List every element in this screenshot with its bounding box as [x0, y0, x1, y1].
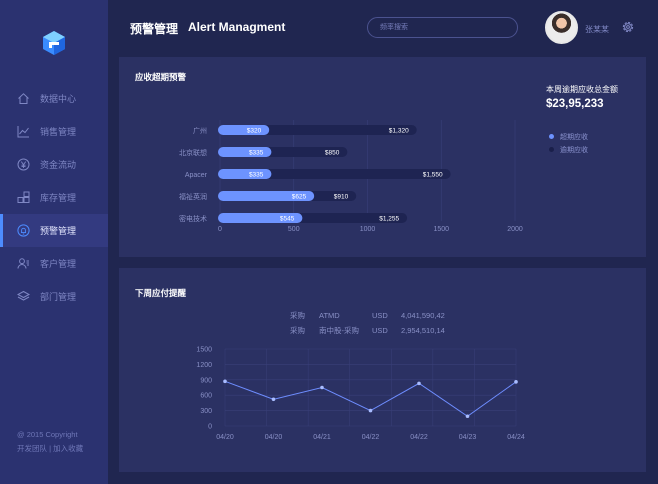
x-tick-label: 0 [218, 226, 222, 233]
page-title-en: Alert Managment [188, 20, 286, 34]
sidebar-footer: @ 2015 Copyright 开发团队 | 加入收藏 [17, 428, 83, 456]
sidebar: 数据中心销售管理资金流动库存管理预警管理客户管理部门管理 @ 2015 Copy… [0, 0, 108, 484]
category-label: 福祉英润 [179, 192, 207, 201]
bar-late-value: $1,550 [423, 172, 443, 179]
bar-late-value: $850 [325, 150, 340, 157]
layers-icon [16, 290, 30, 304]
data-point [223, 379, 227, 384]
data-point [417, 381, 421, 386]
y-tick-label: 0 [208, 424, 212, 431]
data-point [514, 380, 518, 384]
x-tick-label: 04/21 [313, 434, 331, 441]
x-tick-label: 04/22 [410, 434, 428, 441]
legend-item-late: 逾期应收 [549, 143, 588, 156]
category-label: Apacer [185, 172, 208, 179]
sidebar-item-2[interactable]: 销售管理 [0, 115, 108, 148]
data-point [465, 414, 470, 419]
gear-icon[interactable] [621, 20, 635, 34]
sidebar-item-3[interactable]: 资金流动 [0, 148, 108, 181]
sidebar-item-6[interactable]: 客户管理 [0, 247, 108, 280]
sidebar-item-label: 库存管理 [40, 193, 77, 203]
x-tick-label: 2000 [507, 226, 523, 233]
payment-line-chart: 0 300 600 900 1200 1500 04/20 04/20 04/21 04/22 04… [196, 347, 525, 442]
bar-overdue-value: $545 [280, 216, 295, 223]
legend-label: 逾期应收 [560, 146, 588, 154]
chart-legend: 超期应收 逾期应收 [549, 130, 588, 156]
header: 预警管理 Alert Managment 张某某 [108, 0, 658, 56]
legend-dot [549, 147, 554, 152]
data-point [271, 397, 276, 402]
sidebar-item-1[interactable]: 数据中心 [0, 82, 108, 115]
page-title: 预警管理 [130, 22, 179, 36]
sidebar-item-label: 数据中心 [40, 94, 77, 104]
y-tick-label: 1200 [196, 362, 212, 369]
x-tick-label: 1500 [433, 226, 449, 233]
x-tick-label: 04/20 [216, 434, 234, 441]
y-tick-label: 300 [200, 408, 212, 415]
sidebar-item-label: 部门管理 [40, 292, 77, 302]
yen-icon [16, 158, 30, 172]
alert-icon [16, 224, 30, 238]
x-tick-label: 04/20 [265, 434, 283, 441]
avatar[interactable] [545, 11, 578, 44]
category-label: 广州 [193, 126, 207, 135]
x-tick-label: 1000 [360, 226, 376, 233]
category-label: 北京联想 [179, 148, 207, 157]
overdue-bar-chart: 0 500 1000 1500 2000 广州 $1,320 $320 北京联想 $850 $335… [179, 120, 523, 233]
home-icon [16, 92, 30, 106]
sidebar-item-4[interactable]: 库存管理 [0, 181, 108, 214]
sidebar-item-label: 客户管理 [40, 259, 77, 269]
sidebar-nav: 数据中心销售管理资金流动库存管理预警管理客户管理部门管理 [0, 82, 108, 313]
sidebar-item-label: 资金流动 [40, 160, 77, 170]
bar-overdue-value: $335 [249, 172, 264, 179]
data-point [320, 385, 324, 390]
x-tick-label: 04/24 [507, 434, 525, 441]
bar-overdue-value: $335 [249, 150, 264, 157]
sidebar-item-5[interactable]: 预警管理 [0, 214, 108, 247]
y-tick-label: 600 [200, 393, 212, 400]
customer-icon [16, 257, 30, 271]
bar-overdue-value: $320 [247, 128, 262, 135]
bar-late-value: $1,320 [389, 128, 409, 135]
x-tick-label: 04/23 [459, 434, 477, 441]
payment-reminder-card: 下周应付提醒 采购 ATMD USD 4,041,590,42 采购 南中股-采… [119, 268, 646, 472]
legend-label: 超期应收 [560, 133, 588, 141]
legend-dot [549, 134, 554, 139]
y-tick-label: 1500 [196, 347, 212, 354]
data-point [368, 408, 373, 413]
cube-logo-icon[interactable] [41, 30, 67, 56]
search-input[interactable] [367, 17, 518, 38]
overdue-total-value: $23,95,233 [546, 98, 604, 110]
add-favorite-link[interactable]: 加入收藏 [53, 444, 83, 453]
copyright-text: @ 2015 Copyright [17, 430, 78, 439]
category-label: 密电技术 [179, 214, 207, 223]
bar-late-value: $910 [334, 194, 349, 201]
sidebar-item-7[interactable]: 部门管理 [0, 280, 108, 313]
x-tick-label: 04/22 [362, 434, 380, 441]
username[interactable]: 张某某 [585, 24, 609, 35]
bar-overdue [218, 125, 270, 135]
overdue-warning-card: 应收超期预警 0 500 1000 1500 2000 广州 $1,320 $320 北京联想 $… [119, 57, 646, 257]
dev-team-link[interactable]: 开发团队 [17, 444, 47, 453]
overdue-total-label: 本周逾期应收总金额 [546, 85, 618, 94]
y-tick-label: 900 [200, 377, 212, 384]
trend-chart-icon [16, 125, 30, 139]
sidebar-item-label: 销售管理 [40, 127, 77, 137]
legend-item-overdue: 超期应收 [549, 130, 588, 143]
boxes-icon [16, 191, 30, 205]
sidebar-item-label: 预警管理 [40, 226, 77, 236]
bar-overdue-value: $625 [292, 194, 307, 201]
bar-late-value: $1,255 [379, 216, 399, 223]
x-tick-label: 500 [288, 226, 300, 233]
